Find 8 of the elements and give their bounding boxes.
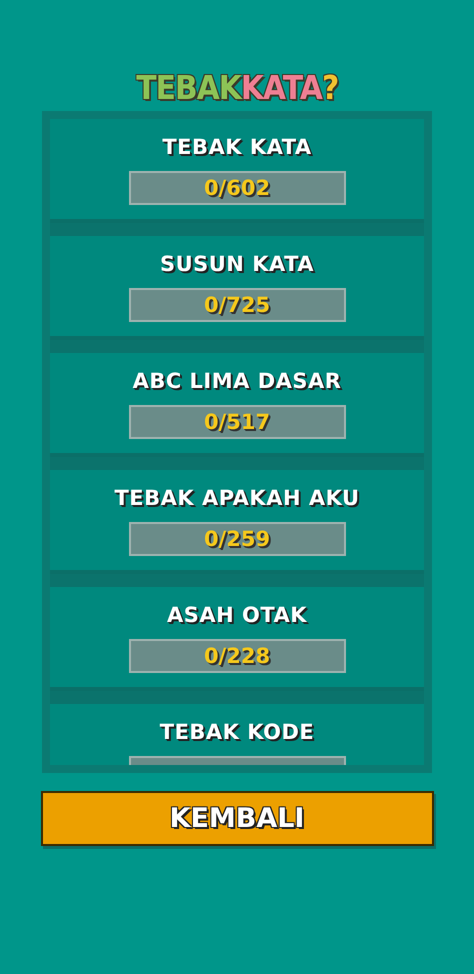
- mode-title: ABC LIMA DASAR: [132, 368, 342, 395]
- title-word: TEBAK: [136, 68, 241, 108]
- mode-title: TEBAK KODE: [160, 719, 314, 746]
- mode-title: TEBAK KATA: [162, 134, 312, 161]
- title-word: ?: [322, 68, 338, 108]
- mode-title: TEBAK APAKAH AKU: [114, 485, 360, 512]
- mode-title: ASAH OTAK: [166, 602, 308, 629]
- mode-title: SUSUN KATA: [160, 251, 314, 278]
